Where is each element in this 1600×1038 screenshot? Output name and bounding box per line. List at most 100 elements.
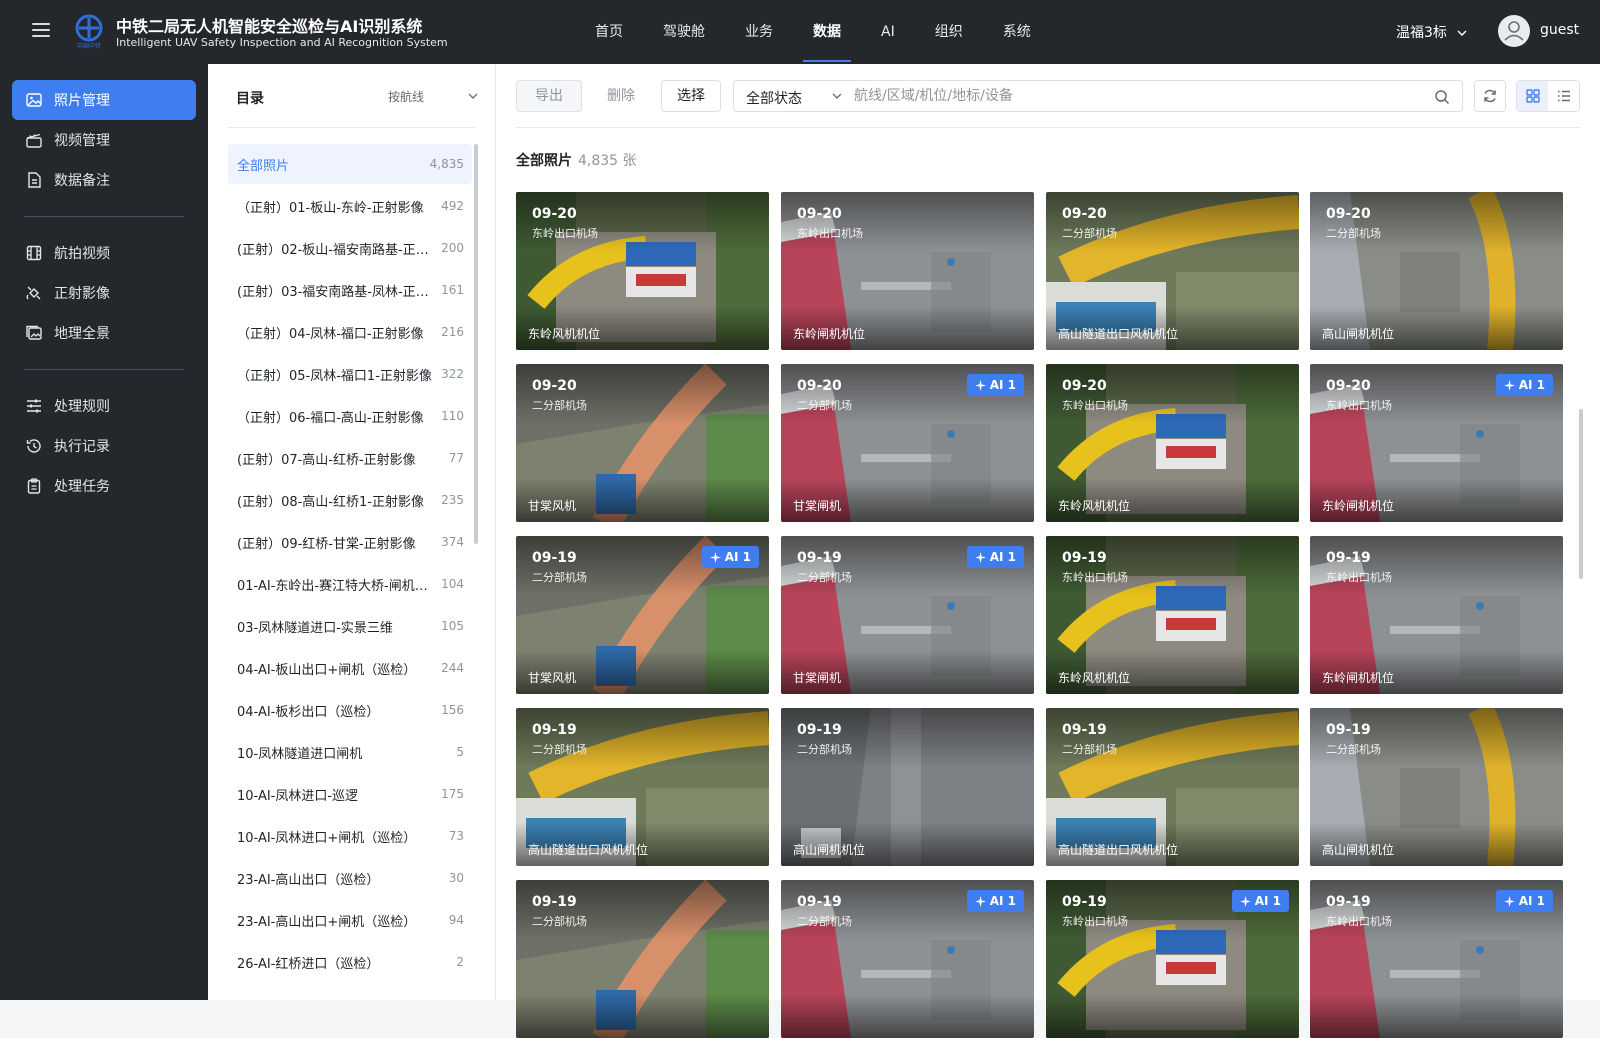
- overlay-gradient: [1310, 192, 1563, 252]
- sidebar-item[interactable]: 处理规则: [12, 386, 196, 426]
- directory-item[interactable]: （正射）06-福口-高山-正射影像 110: [228, 396, 472, 436]
- photo-tile[interactable]: 09-20 二分部机场 甘棠闸机 AI 1: [781, 364, 1034, 522]
- photo-tile[interactable]: 09-20 东岭出口机场 东岭闸机机位 AI 1: [1310, 364, 1563, 522]
- nav-item[interactable]: 组织: [915, 0, 983, 64]
- nav-item[interactable]: AI: [861, 0, 915, 64]
- nav-item[interactable]: 数据: [793, 0, 861, 64]
- ai-badge-label: AI 1: [1518, 378, 1545, 392]
- search-box: 全部状态: [733, 80, 1463, 112]
- photo-date: 09-20: [532, 206, 577, 222]
- user-avatar[interactable]: [1498, 15, 1530, 47]
- nav-item[interactable]: 系统: [983, 0, 1051, 64]
- photo-tile[interactable]: 09-19 东岭出口机场 AI 1: [1046, 880, 1299, 1038]
- photo-count-summary: 全部照片 4,835 张: [516, 150, 637, 170]
- status-filter-value: 全部状态: [746, 91, 802, 107]
- group-by-select[interactable]: 按航线: [388, 88, 478, 105]
- directory-item[interactable]: (正射）02-板山-福安南路基-正射影像 200: [228, 228, 472, 268]
- photo-tile[interactable]: 09-19 二分部机场 AI 1: [781, 880, 1034, 1038]
- photo-tile[interactable]: 09-20 东岭出口机场 东岭风机机位: [516, 192, 769, 350]
- directory-item[interactable]: （正射）05-凤林-福口1-正射影像 322: [228, 354, 472, 394]
- menu-toggle-icon[interactable]: [32, 23, 50, 41]
- grid-scrollbar[interactable]: [1579, 409, 1583, 579]
- photo-tile[interactable]: 09-19 二分部机场 甘棠风机 AI 1: [516, 536, 769, 694]
- directory-item[interactable]: 10-AI-凤林进口-巡逻 175: [228, 774, 472, 814]
- directory-item[interactable]: 26-AI-红桥进口（巡检） 2: [228, 942, 472, 982]
- photo-tile[interactable]: 09-19 东岭出口机场 东岭风机机位: [1046, 536, 1299, 694]
- sidebar-item[interactable]: 处理任务: [12, 466, 196, 506]
- photo-tile[interactable]: 09-19 二分部机场 高山隧道出口风机机位: [1046, 708, 1299, 866]
- ai-badge[interactable]: AI 1: [1495, 890, 1553, 912]
- photo-tile[interactable]: 09-19 二分部机场 高山隧道出口风机机位: [516, 708, 769, 866]
- app-title: 中铁二局无人机智能安全巡检与AI识别系统: [116, 17, 423, 36]
- sidebar-item[interactable]: 视频管理: [12, 120, 196, 160]
- photo-date: 09-19: [797, 550, 842, 566]
- sidebar-item[interactable]: 航拍视频: [12, 233, 196, 273]
- sparkle-icon: [1503, 379, 1515, 391]
- clipboard-icon: [25, 477, 43, 495]
- directory-item[interactable]: 10-凤林隧道进口闸机 5: [228, 732, 472, 772]
- directory-scrollbar[interactable]: [474, 144, 478, 544]
- grid-view-button[interactable]: [1517, 81, 1548, 111]
- nav-item[interactable]: 首页: [575, 0, 643, 64]
- ai-badge[interactable]: AI 1: [966, 890, 1024, 912]
- photo-airport: 东岭出口机场: [532, 227, 598, 240]
- overlay-gradient: [781, 994, 1034, 1038]
- photo-tile[interactable]: 09-19 二分部机场 甘棠闸机 AI 1: [781, 536, 1034, 694]
- ai-badge[interactable]: AI 1: [966, 374, 1024, 396]
- project-selector[interactable]: 温福3标: [1396, 22, 1467, 42]
- directory-item[interactable]: 23-AI-高山出口+闸机（巡检） 94: [228, 900, 472, 940]
- directory-item[interactable]: (正射）08-高山-红桥1-正射影像 235: [228, 480, 472, 520]
- directory-item-count: 235: [441, 493, 464, 507]
- search-icon[interactable]: [1434, 89, 1450, 105]
- directory-item-label: （正射）04-凤林-福口-正射影像: [237, 326, 424, 342]
- photo-tile[interactable]: 09-20 二分部机场 甘棠风机: [516, 364, 769, 522]
- photo-date: 09-19: [797, 894, 842, 910]
- directory-item[interactable]: 04-AI-板杉出口（巡检） 156: [228, 690, 472, 730]
- directory-item[interactable]: (正射）07-高山-红桥-正射影像 77: [228, 438, 472, 478]
- directory-item[interactable]: (正射）03-福安南路基-凤林-正射影像 161: [228, 270, 472, 310]
- directory-item[interactable]: 03-凤林隧道进口-实景三维 105: [228, 606, 472, 646]
- export-button[interactable]: 导出: [516, 80, 582, 112]
- directory-item-count: 200: [441, 241, 464, 255]
- sidebar-item[interactable]: 执行记录: [12, 426, 196, 466]
- sidebar-item[interactable]: 地理全景: [12, 313, 196, 353]
- sidebar-item[interactable]: 正射影像: [12, 273, 196, 313]
- directory-item[interactable]: （正射）01-板山-东岭-正射影像 492: [228, 186, 472, 226]
- delete-button[interactable]: 删除: [588, 80, 654, 112]
- photo-tile[interactable]: 09-19 二分部机场: [516, 880, 769, 1038]
- directory-item[interactable]: (正射）09-红桥-甘棠-正射影像 374: [228, 522, 472, 562]
- photo-tile[interactable]: 09-20 二分部机场 高山隧道出口风机机位: [1046, 192, 1299, 350]
- overlay-gradient: [516, 364, 769, 424]
- photo-date: 09-20: [532, 378, 577, 394]
- directory-item-count: 156: [441, 703, 464, 717]
- photo-date: 09-20: [1062, 378, 1107, 394]
- ai-badge[interactable]: AI 1: [1231, 890, 1289, 912]
- username[interactable]: guest: [1540, 22, 1579, 38]
- select-button[interactable]: 选择: [661, 80, 721, 112]
- directory-item[interactable]: （正射）04-凤林-福口-正射影像 216: [228, 312, 472, 352]
- directory-item[interactable]: 10-AI-凤林进口+闸机（巡检） 73: [228, 816, 472, 856]
- search-input[interactable]: [854, 82, 1414, 110]
- nav-item[interactable]: 业务: [725, 0, 793, 64]
- refresh-button[interactable]: [1474, 80, 1506, 112]
- nav-item[interactable]: 驾驶舱: [643, 0, 725, 64]
- photo-tile[interactable]: 09-20 东岭出口机场 东岭闸机机位: [781, 192, 1034, 350]
- directory-item[interactable]: 全部照片 4,835: [228, 144, 472, 184]
- sidebar-item[interactable]: 数据备注: [12, 160, 196, 200]
- photo-tile[interactable]: 09-20 东岭出口机场 东岭风机机位: [1046, 364, 1299, 522]
- directory-item[interactable]: 01-AI-东岭出-赛江特大桥-闸机（巡检） 104: [228, 564, 472, 604]
- directory-item[interactable]: 04-AI-板山出口+闸机（巡检） 244: [228, 648, 472, 688]
- ai-badge[interactable]: AI 1: [966, 546, 1024, 568]
- directory-item[interactable]: 23-AI-高山出口（巡检） 30: [228, 858, 472, 898]
- photo-tile[interactable]: 09-19 二分部机场 高山闸机机位: [1310, 708, 1563, 866]
- overlay-gradient: [1046, 994, 1299, 1038]
- list-view-button[interactable]: [1548, 81, 1579, 111]
- status-filter[interactable]: 全部状态: [746, 88, 842, 108]
- ai-badge[interactable]: AI 1: [701, 546, 759, 568]
- photo-tile[interactable]: 09-19 东岭出口机场 东岭闸机机位: [1310, 536, 1563, 694]
- photo-tile[interactable]: 09-20 二分部机场 高山闸机机位: [1310, 192, 1563, 350]
- sidebar-item[interactable]: 照片管理: [12, 80, 196, 120]
- photo-tile[interactable]: 09-19 二分部机场 高山闸机机位: [781, 708, 1034, 866]
- ai-badge[interactable]: AI 1: [1495, 374, 1553, 396]
- photo-tile[interactable]: 09-19 东岭出口机场 AI 1: [1310, 880, 1563, 1038]
